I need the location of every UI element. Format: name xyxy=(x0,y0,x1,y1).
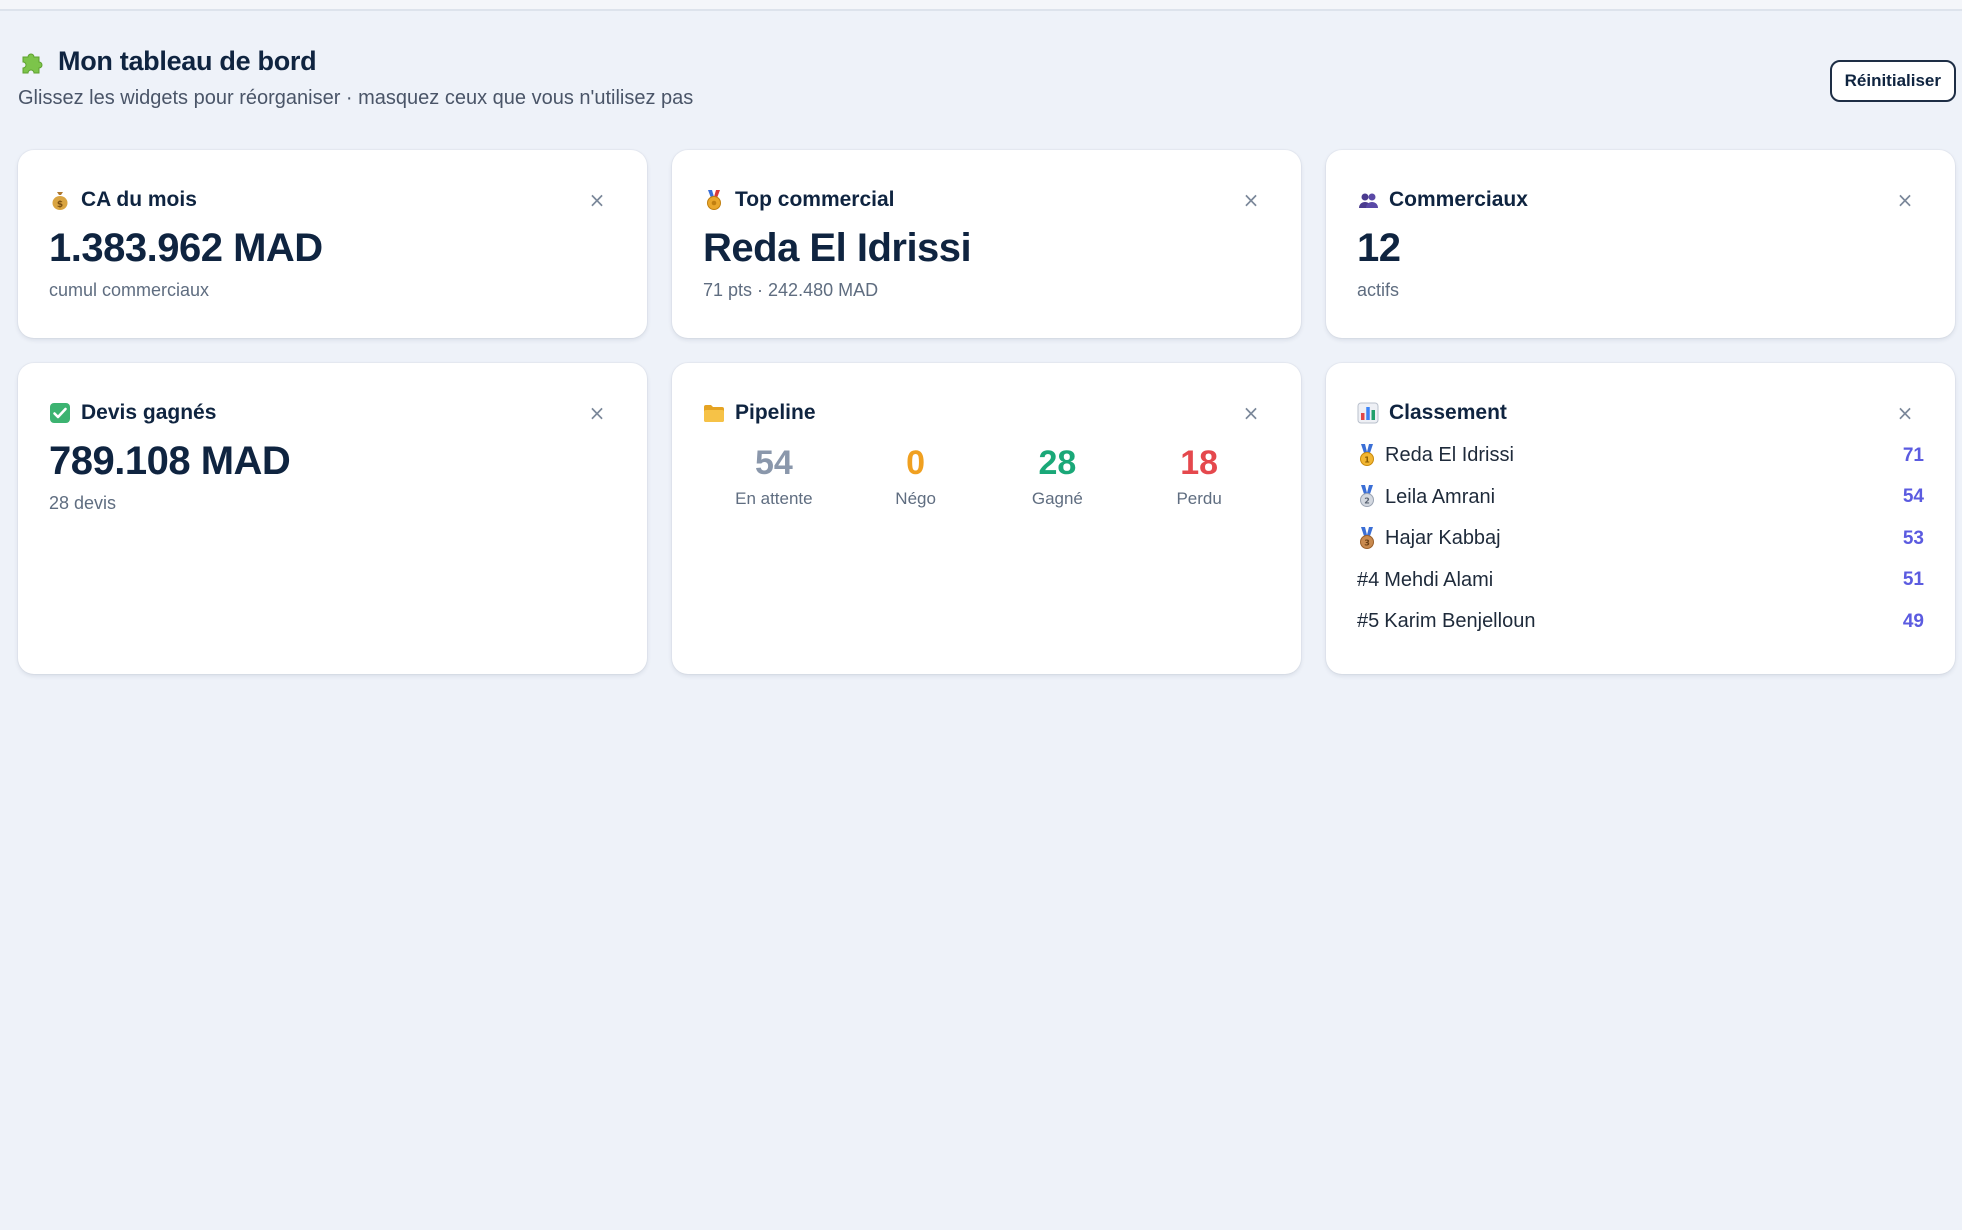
top-border xyxy=(0,0,1962,11)
widget-title: Top commercial xyxy=(735,188,895,211)
bar-chart-icon xyxy=(1357,402,1379,424)
pipeline-stage-gagne: 28 Gagné xyxy=(987,441,1129,509)
title-row: Mon tableau de bord xyxy=(18,46,1956,77)
widget-header: Commerciaux xyxy=(1357,188,1924,212)
close-widget-button[interactable]: × xyxy=(585,401,609,425)
svg-text:$: $ xyxy=(57,200,63,210)
check-icon xyxy=(50,403,70,423)
widget-title: Commerciaux xyxy=(1389,188,1528,211)
svg-text:1: 1 xyxy=(1364,455,1370,464)
close-widget-button[interactable]: × xyxy=(1893,188,1917,212)
rank-number: #5 xyxy=(1357,610,1380,633)
rank-name: Hajar Kabbaj xyxy=(1385,527,1501,550)
stage-count: 0 xyxy=(906,444,926,482)
close-widget-button[interactable]: × xyxy=(1893,401,1917,425)
rank-name: Leila Amrani xyxy=(1385,485,1496,508)
top-commercial-caption: 71 pts · 242.480 MAD xyxy=(703,280,879,300)
stage-label: Gagné xyxy=(1031,489,1083,508)
widget-header: Classement xyxy=(1357,401,1924,425)
commerciaux-caption: actifs xyxy=(1357,280,1400,300)
stage-label: En attente xyxy=(735,489,813,508)
stage-label: Perdu xyxy=(1176,489,1222,508)
puzzle-icon xyxy=(22,53,43,73)
page-title: Mon tableau de bord xyxy=(58,46,317,76)
stage-count: 18 xyxy=(1180,444,1219,482)
rank-score: 51 xyxy=(1902,569,1924,591)
top-commercial-name: Reda El Idrissi xyxy=(703,226,972,270)
list-item: 3 Hajar Kabbaj 53 xyxy=(1357,518,1924,560)
list-item: 1 Reda El Idrissi 71 xyxy=(1357,435,1924,477)
rank-number: #4 xyxy=(1357,568,1380,591)
pipeline-stages: 54 En attente 0 Négo 28 Gagné 18 Perdu xyxy=(703,441,1270,509)
commerciaux-count: 12 xyxy=(1357,226,1401,270)
stage-count: 54 xyxy=(754,444,793,482)
rank-score: 53 xyxy=(1902,527,1924,549)
list-item: #5 Karim Benjelloun 49 xyxy=(1357,601,1924,643)
dashboard-header: Mon tableau de bord Glissez les widgets … xyxy=(18,46,1956,126)
widget-header: $ CA du mois xyxy=(49,188,616,212)
devis-caption: 28 devis xyxy=(49,493,117,513)
pipeline-stage-en-attente: 54 En attente xyxy=(703,441,845,509)
widget-ca-du-mois[interactable]: $ CA du mois × 1.383.962 MAD cumul comme… xyxy=(18,150,647,338)
stage-count: 28 xyxy=(1038,444,1077,482)
gold-medal-icon: 1 xyxy=(1360,443,1374,466)
widget-pipeline[interactable]: Pipeline × 54 En attente 0 Négo 28 Gagné… xyxy=(672,363,1301,674)
widget-title: Classement xyxy=(1389,401,1507,424)
close-widget-button[interactable]: × xyxy=(1239,401,1263,425)
bronze-medal-icon: 3 xyxy=(1360,526,1374,549)
ranking-list: 1 Reda El Idrissi 71 2 Leila Amrani 54 3… xyxy=(1357,435,1924,643)
widget-commerciaux[interactable]: Commerciaux × 12 actifs xyxy=(1326,150,1955,338)
widget-header: Top commercial xyxy=(703,188,1270,212)
devis-value: 789.108 MAD xyxy=(49,439,291,483)
widget-devis-gagnes[interactable]: Devis gagnés × 789.108 MAD 28 devis xyxy=(18,363,647,674)
rank-name: Mehdi Alami xyxy=(1384,568,1494,591)
widget-title: Pipeline xyxy=(735,401,816,424)
page-subtitle: Glissez les widgets pour réorganiser · m… xyxy=(18,87,694,109)
list-item: #4 Mehdi Alami 51 xyxy=(1357,560,1924,602)
reset-button[interactable]: Réinitialiser xyxy=(1829,60,1956,102)
widget-header: Devis gagnés xyxy=(49,401,616,425)
svg-text:3: 3 xyxy=(1364,538,1370,547)
rank-entry: #4 Mehdi Alami xyxy=(1357,569,1493,592)
money-bag-icon: $ xyxy=(52,192,68,210)
medal-icon xyxy=(707,190,721,210)
pipeline-stage-perdu: 18 Perdu xyxy=(1128,441,1270,509)
rank-score: 71 xyxy=(1902,444,1924,466)
widget-title: CA du mois xyxy=(81,188,197,211)
rank-entry: 3 Hajar Kabbaj xyxy=(1357,526,1501,551)
widget-top-commercial[interactable]: Top commercial × Reda El Idrissi 71 pts … xyxy=(672,150,1301,338)
rank-score: 49 xyxy=(1902,610,1924,632)
rank-name: Karim Benjelloun xyxy=(1384,610,1536,633)
svg-text:2: 2 xyxy=(1364,497,1370,506)
rank-entry: 2 Leila Amrani xyxy=(1357,485,1495,509)
rank-name: Reda El Idrissi xyxy=(1385,444,1514,467)
people-icon xyxy=(1359,193,1378,208)
widget-title: Devis gagnés xyxy=(81,401,217,424)
list-item: 2 Leila Amrani 54 xyxy=(1357,477,1924,519)
close-widget-button[interactable]: × xyxy=(585,188,609,212)
widget-header: Pipeline xyxy=(703,401,1270,425)
rank-score: 54 xyxy=(1902,486,1924,508)
widget-grid: $ CA du mois × 1.383.962 MAD cumul comme… xyxy=(18,150,1955,674)
close-widget-button[interactable]: × xyxy=(1239,188,1263,212)
silver-medal-icon: 2 xyxy=(1360,485,1374,508)
stage-label: Négo xyxy=(895,489,936,508)
pipeline-stage-nego: 0 Négo xyxy=(845,441,987,509)
folder-icon xyxy=(704,405,724,422)
widget-classement[interactable]: Classement × 1 Reda El Idrissi 71 2 Leil… xyxy=(1326,363,1955,674)
rank-entry: #5 Karim Benjelloun xyxy=(1357,610,1535,633)
rank-entry: 1 Reda El Idrissi xyxy=(1357,443,1514,468)
ca-caption: cumul commerciaux xyxy=(49,280,210,300)
ca-value: 1.383.962 MAD xyxy=(49,226,323,270)
